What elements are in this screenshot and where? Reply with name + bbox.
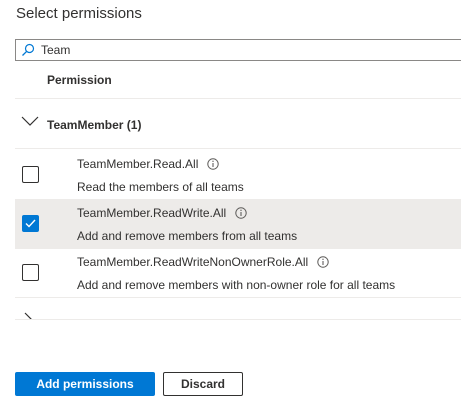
permission-name: TeamMember.Read.All: [77, 157, 220, 171]
column-header-permission: Permission: [47, 73, 112, 87]
info-icon[interactable]: [317, 256, 329, 268]
chevron-down-icon[interactable]: [21, 115, 39, 134]
permission-group-teammember[interactable]: TeamMember (1): [15, 100, 461, 149]
permission-name-text: TeamMember.ReadWriteNonOwnerRole.All: [77, 255, 309, 269]
info-icon[interactable]: [207, 158, 220, 170]
permission-checkbox[interactable]: [22, 264, 39, 281]
column-header-row: Permission: [15, 64, 461, 99]
search-input[interactable]: [37, 41, 441, 59]
permission-name-text: TeamMember.Read.All: [77, 157, 199, 171]
discard-button[interactable]: Discard: [163, 372, 243, 396]
info-icon[interactable]: [235, 207, 247, 219]
permission-description: Add and remove members with non-owner ro…: [77, 278, 396, 292]
permission-description: Read the members of all teams: [77, 180, 244, 194]
permission-row[interactable]: TeamMember.ReadWriteNonOwnerRole.All Add …: [15, 248, 461, 298]
permission-name-text: TeamMember.ReadWrite.All: [77, 206, 227, 220]
panel-title: Select permissions: [16, 5, 142, 22]
permission-description: Add and remove members from all teams: [77, 229, 298, 243]
search-box[interactable]: [15, 39, 461, 61]
add-permissions-button[interactable]: Add permissions: [15, 372, 155, 396]
checkmark-icon: [25, 219, 36, 228]
permission-name: TeamMember.ReadWrite.All: [77, 206, 247, 220]
permission-checkbox[interactable]: [22, 166, 39, 183]
permission-checkbox[interactable]: [22, 215, 39, 232]
group-label: TeamMember (1): [47, 118, 142, 132]
permission-row[interactable]: TeamMember.Read.All Read the members of a…: [15, 150, 461, 200]
chevron-right-icon[interactable]: [23, 312, 33, 319]
permission-row[interactable]: TeamMember.ReadWrite.All Add and remove m…: [15, 199, 461, 249]
search-icon: [19, 40, 37, 60]
permission-name: TeamMember.ReadWriteNonOwnerRole.All: [77, 255, 329, 269]
permission-group-next[interactable]: [15, 298, 461, 320]
